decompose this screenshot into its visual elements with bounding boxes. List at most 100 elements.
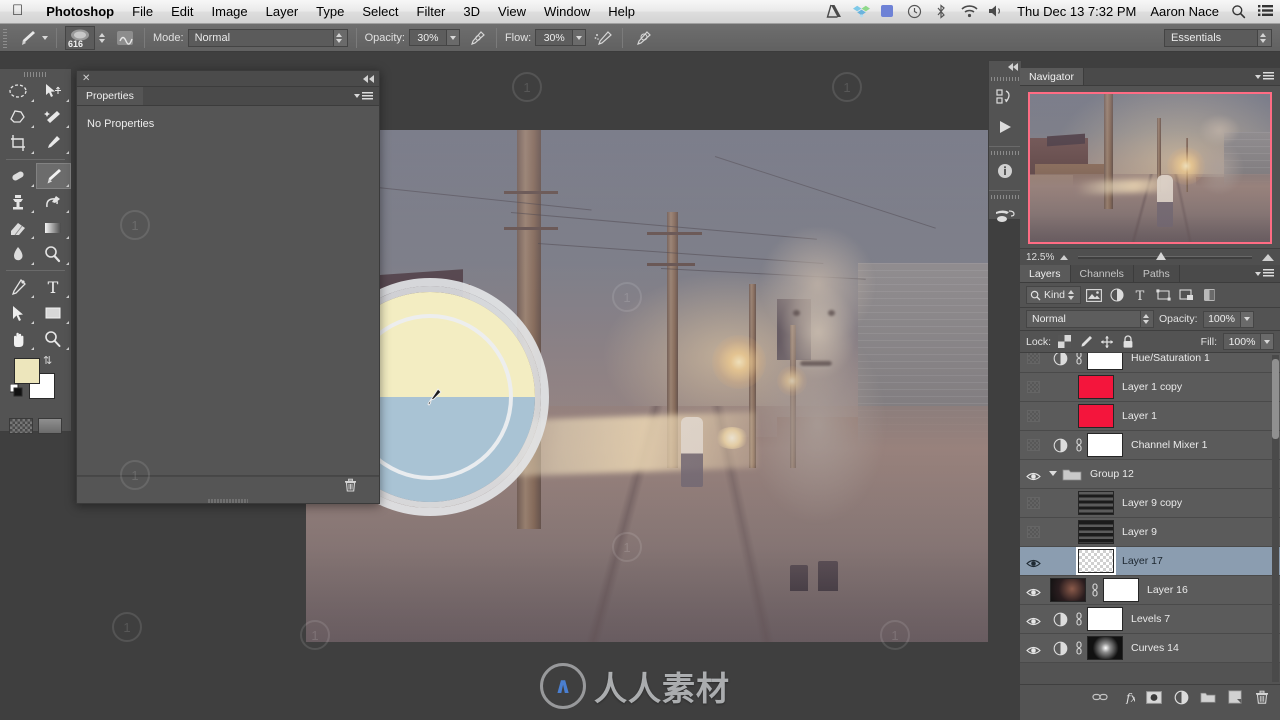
layer-visibility-toggle[interactable] [1020, 439, 1046, 451]
move-tool[interactable] [36, 78, 72, 104]
add-style-icon[interactable]: fx [1119, 689, 1135, 705]
scrollbar-thumb[interactable] [1272, 359, 1279, 439]
trash-icon[interactable] [344, 478, 357, 497]
collapse-icon[interactable] [363, 74, 374, 83]
layer-fill-arrow-icon[interactable] [1261, 333, 1274, 350]
layer-name[interactable]: Layer 1 copy [1114, 381, 1182, 393]
menu-item-layer[interactable]: Layer [257, 0, 308, 23]
layer-opacity-field[interactable]: 100% [1202, 310, 1254, 328]
brush-tool[interactable] [35, 163, 71, 189]
eyedropper-tool[interactable] [36, 130, 72, 156]
add-mask-icon[interactable] [1146, 689, 1162, 705]
time-machine-icon[interactable] [907, 4, 924, 19]
tools-panel-grip[interactable] [23, 69, 48, 78]
opacity-dropdown-arrow-icon[interactable] [446, 29, 460, 46]
tab-paths[interactable]: Paths [1133, 265, 1180, 282]
layer-fill-field[interactable]: 100% [1223, 333, 1274, 350]
layer-thumbnail[interactable] [1076, 547, 1116, 575]
blue-square-icon[interactable] [880, 4, 897, 19]
screen-mode-icon[interactable] [38, 418, 63, 434]
layer-thumbnail[interactable] [1078, 375, 1114, 399]
table-row[interactable]: Group 12 [1020, 460, 1280, 489]
collapse-to-icons-icon[interactable] [989, 61, 1021, 73]
table-row[interactable]: Layer 17 [1020, 547, 1280, 576]
layer-visibility-toggle[interactable] [1020, 585, 1046, 597]
close-icon[interactable]: ✕ [82, 74, 91, 84]
table-row[interactable]: Layer 1 copy [1020, 373, 1280, 402]
healing-brush-tool[interactable] [0, 163, 36, 189]
filter-toggle-icon[interactable] [1199, 286, 1219, 304]
menu-item-photoshop[interactable]: Photoshop [37, 0, 123, 23]
workspace-switcher[interactable]: Essentials [1164, 28, 1272, 47]
mask-link-icon[interactable] [1073, 436, 1084, 454]
pressure-opacity-button[interactable] [463, 28, 491, 48]
gradient-tool[interactable] [36, 215, 72, 241]
brush-presets-icon[interactable] [989, 200, 1021, 230]
filter-pixel-icon[interactable] [1084, 286, 1104, 304]
brush-size-picker[interactable]: 616 [62, 25, 111, 50]
layer-name[interactable]: Layer 9 [1114, 526, 1157, 538]
table-row[interactable]: Layer 9 copy [1020, 489, 1280, 518]
menu-item-type[interactable]: Type [307, 0, 353, 23]
properties-resize-grip[interactable] [208, 497, 248, 505]
hand-tool[interactable] [0, 326, 36, 352]
layer-list-scrollbar[interactable] [1272, 355, 1279, 682]
layer-visibility-toggle[interactable] [1020, 381, 1046, 393]
table-row[interactable]: Curves 14 [1020, 634, 1280, 663]
filter-type-icon[interactable]: T [1130, 286, 1150, 304]
google-drive-icon[interactable] [826, 4, 843, 19]
filter-kind-stepper[interactable] [1068, 290, 1077, 300]
type-tool[interactable]: T [36, 274, 72, 300]
group-expand-arrow-icon[interactable] [1048, 465, 1058, 483]
zoom-in-icon[interactable] [1262, 253, 1274, 261]
wifi-icon[interactable] [961, 4, 978, 19]
apple-logo-icon[interactable]:  [12, 3, 23, 20]
layer-name[interactable]: Layer 1 [1114, 410, 1157, 422]
active-tool-button[interactable] [13, 28, 51, 48]
default-colors-icon[interactable] [9, 383, 23, 397]
panel-menu-icon[interactable] [354, 87, 379, 105]
delete-layer-icon[interactable] [1254, 689, 1270, 705]
menubar-clock[interactable]: Thu Dec 13 7:32 PM [1010, 0, 1143, 23]
layers-panel-menu-icon[interactable] [1255, 265, 1280, 282]
quick-mask-icon[interactable] [8, 418, 33, 434]
layer-opacity-arrow-icon[interactable] [1240, 310, 1254, 328]
swap-colors-icon[interactable]: ⇅ [43, 354, 52, 367]
volume-icon[interactable] [988, 4, 1005, 19]
layer-visibility-toggle[interactable] [1020, 643, 1046, 655]
flow-field[interactable]: 30% [535, 29, 587, 46]
lasso-tool[interactable] [0, 104, 36, 130]
menu-item-edit[interactable]: Edit [162, 0, 202, 23]
layer-mask-thumbnail[interactable] [1103, 578, 1139, 602]
layer-mask-thumbnail[interactable] [1087, 636, 1123, 660]
menu-item-filter[interactable]: Filter [408, 0, 455, 23]
table-row[interactable]: Levels 7 [1020, 605, 1280, 634]
blur-tool[interactable] [0, 241, 36, 267]
rectangle-tool[interactable] [36, 300, 72, 326]
table-row[interactable]: Channel Mixer 1 [1020, 431, 1280, 460]
properties-titlebar[interactable]: ✕ [77, 71, 379, 87]
layer-blend-mode-stepper[interactable] [1141, 310, 1154, 328]
layer-thumbnail[interactable] [1078, 491, 1114, 515]
elliptical-marquee-tool[interactable] [0, 78, 36, 104]
layer-thumbnail[interactable] [1078, 404, 1114, 428]
layer-mask-thumbnail[interactable] [1087, 353, 1123, 370]
navigator-thumbnail[interactable] [1028, 92, 1272, 244]
lock-all-icon[interactable] [1120, 334, 1135, 349]
layer-name[interactable]: Layer 16 [1139, 584, 1188, 596]
lock-transparency-icon[interactable] [1057, 334, 1072, 349]
menu-item-help[interactable]: Help [599, 0, 644, 23]
layer-name[interactable]: Channel Mixer 1 [1123, 439, 1207, 451]
layer-name[interactable]: Layer 9 copy [1114, 497, 1182, 509]
foreground-color-swatch[interactable] [14, 358, 40, 384]
table-row[interactable]: Layer 9 [1020, 518, 1280, 547]
tab-layers[interactable]: Layers [1020, 265, 1071, 282]
opacity-field[interactable]: 30% [408, 29, 460, 46]
path-selection-tool[interactable] [0, 300, 36, 326]
airbrush-toggle-button[interactable] [589, 28, 617, 48]
tab-channels[interactable]: Channels [1070, 265, 1134, 282]
tool-dropdown-arrow-icon[interactable] [42, 35, 48, 40]
zoom-tool[interactable] [36, 326, 72, 352]
toggle-brush-panel-button[interactable] [111, 28, 139, 48]
layer-thumbnail[interactable] [1078, 520, 1114, 544]
